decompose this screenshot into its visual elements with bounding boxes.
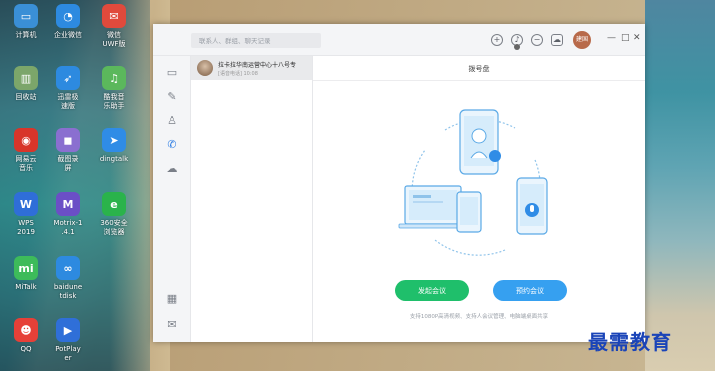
desktop-icon[interactable]: ♫ 酷我音 乐助手 — [92, 66, 136, 111]
minus-circle-icon[interactable]: − — [531, 34, 543, 46]
conversation-item[interactable]: 拉卡拉华南运营中心十八号专 [语音电话] 10:08 — [191, 56, 312, 80]
desktop-icon-label: PotPlay er — [55, 345, 81, 362]
contacts-icon[interactable]: ♙ — [165, 114, 179, 128]
app-icon: W — [14, 192, 38, 216]
desktop-icon-label: 迅雷极 速版 — [57, 93, 79, 110]
app-icon: M — [56, 192, 80, 216]
app-icon: ✉ — [102, 4, 126, 28]
desktop-background-right — [645, 0, 715, 371]
desktop-icon[interactable]: M Motrix-1 .4.1 — [46, 192, 90, 237]
desktop-icon-label: 酷我音 乐助手 — [103, 93, 125, 110]
maximize-button[interactable]: □ — [621, 33, 630, 43]
desktop-icon[interactable]: ➤ dingtalk — [92, 128, 136, 164]
desktop-icon-label: MiTalk — [15, 283, 37, 291]
desktop-icon-label: QQ — [20, 345, 32, 353]
app-icon: ▥ — [14, 66, 38, 90]
mail-icon[interactable]: ✉ — [165, 318, 179, 332]
apps-icon[interactable]: ▦ — [165, 292, 179, 306]
desktop-icon-label: WPS 2019 — [17, 219, 35, 236]
cloud-icon[interactable]: ☁ — [165, 162, 179, 176]
close-button[interactable]: ✕ — [633, 33, 641, 43]
desktop-icon[interactable]: ◼ 截图录 屏 — [46, 128, 90, 173]
mouse-cursor — [514, 44, 520, 50]
desktop-icon-label: baidune tdisk — [53, 283, 83, 300]
app-icon: ▶ — [56, 318, 80, 342]
dialpad-illustration — [398, 109, 548, 256]
divider — [313, 80, 645, 81]
desktop-icon[interactable]: ∞ baidune tdisk — [46, 256, 90, 301]
desktop-icon-label: 网易云 音乐 — [15, 155, 37, 172]
desktop-icon-label: 回收站 — [15, 93, 37, 101]
desktop-icon-label: 360安全 浏览器 — [100, 219, 128, 236]
add-icon[interactable]: + — [491, 34, 503, 46]
feature-footnote: 支持1080P高清视频、支持人会议管理、电脑端桌面共享 — [409, 314, 549, 320]
desktop-icon[interactable]: ◔ 企业微信 — [46, 4, 90, 40]
title-bar: + ♪ − ☁ 建国 — □ ✕ — [153, 24, 645, 56]
app-icon: e — [102, 192, 126, 216]
phone-icon[interactable]: ✆ — [165, 138, 179, 152]
app-window: + ♪ − ☁ 建国 — □ ✕ ▭ ✎ ♙ ✆ ☁ ▦ ✉ 拉卡拉华南运营中心… — [153, 24, 645, 342]
app-icon: ♫ — [102, 66, 126, 90]
app-icon: ➤ — [102, 128, 126, 152]
dialpad-panel: 拨号盘 发起会议 预约会议 支持1080P高清视频、支持人会议管理、电脑端桌面共… — [313, 56, 645, 342]
desktop-icon[interactable]: W WPS 2019 — [4, 192, 48, 237]
user-avatar[interactable]: 建国 — [573, 31, 591, 49]
pin-icon[interactable]: ✎ — [165, 90, 179, 104]
app-icon: mi — [14, 256, 38, 280]
app-icon: ◔ — [56, 4, 80, 28]
desktop-icon[interactable]: mi MiTalk — [4, 256, 48, 292]
desktop-icon[interactable]: ➶ 迅雷极 速版 — [46, 66, 90, 111]
page-title: 拨号盘 — [468, 65, 490, 73]
desktop-icon[interactable]: ▭ 计算机 — [4, 4, 48, 40]
desktop-icon[interactable]: e 360安全 浏览器 — [92, 192, 136, 237]
conversation-name: 拉卡拉华南运营中心十八号专 — [218, 62, 297, 69]
chat-icon[interactable]: ▭ — [165, 66, 179, 80]
schedule-meeting-button[interactable]: 预约会议 — [493, 280, 567, 301]
cloud-upload-icon[interactable]: ☁ — [551, 34, 563, 46]
desktop-icon[interactable]: ◉ 网易云 音乐 — [4, 128, 48, 173]
conversation-avatar — [197, 60, 213, 76]
desktop-icon-label: dingtalk — [99, 155, 129, 163]
app-icon: ◉ — [14, 128, 38, 152]
desktop-icon-label: 微信 UWF版 — [102, 31, 126, 48]
app-icon: ◼ — [56, 128, 80, 152]
nav-sidebar: ▭ ✎ ♙ ✆ ☁ ▦ ✉ — [153, 56, 191, 342]
conversation-list: 拉卡拉华南运营中心十八号专 [语音电话] 10:08 — [191, 56, 313, 342]
desktop-icon[interactable]: ✉ 微信 UWF版 — [92, 4, 136, 49]
desktop-icon-label: Motrix-1 .4.1 — [53, 219, 83, 236]
desktop-icon-label: 截图录 屏 — [57, 155, 79, 172]
desktop-icon[interactable]: ▥ 回收站 — [4, 66, 48, 102]
start-meeting-button[interactable]: 发起会议 — [395, 280, 469, 301]
app-icon: ☻ — [14, 318, 38, 342]
watermark: 最需教育 — [588, 330, 672, 354]
desktop-icon-label: 计算机 — [15, 31, 37, 39]
desktop-icon[interactable]: ☻ QQ — [4, 318, 48, 354]
app-icon: ➶ — [56, 66, 80, 90]
search-input[interactable] — [191, 33, 321, 48]
app-icon: ▭ — [14, 4, 38, 28]
app-icon: ∞ — [56, 256, 80, 280]
desktop-icon-label: 企业微信 — [54, 31, 82, 39]
minimize-button[interactable]: — — [607, 33, 616, 43]
desktop-icon[interactable]: ▶ PotPlay er — [46, 318, 90, 363]
conversation-last-message: [语音电话] 10:08 — [218, 71, 258, 77]
